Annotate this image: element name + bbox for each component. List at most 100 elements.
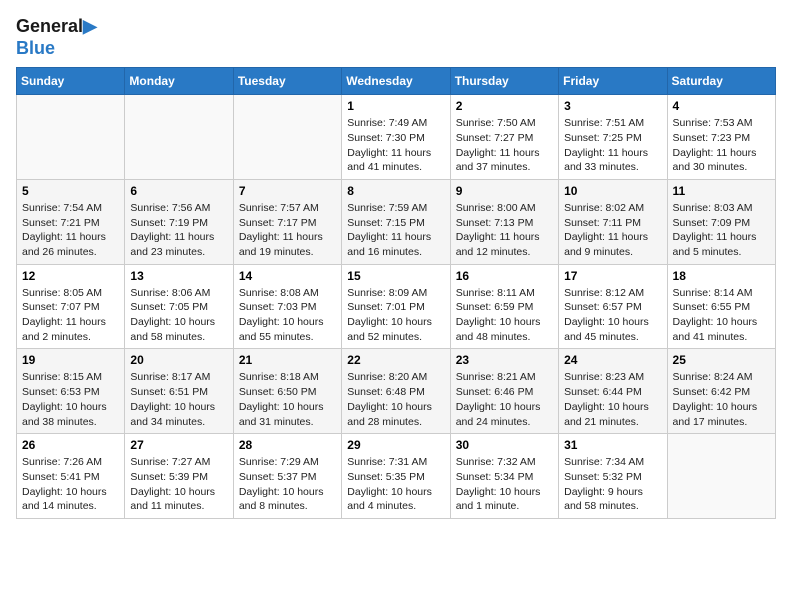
calendar-cell: [667, 434, 775, 519]
day-number: 29: [347, 438, 444, 452]
calendar-cell: 25Sunrise: 8:24 AMSunset: 6:42 PMDayligh…: [667, 349, 775, 434]
calendar-header-row: SundayMondayTuesdayWednesdayThursdayFrid…: [17, 68, 776, 95]
day-number: 19: [22, 353, 119, 367]
calendar-cell: 27Sunrise: 7:27 AMSunset: 5:39 PMDayligh…: [125, 434, 233, 519]
day-number: 15: [347, 269, 444, 283]
calendar-cell: 3 Sunrise: 7:51 AMSunset: 7:25 PMDaylight…: [559, 95, 667, 180]
day-number: 12: [22, 269, 119, 283]
day-info: Sunrise: 8:15 AMSunset: 6:53 PMDaylight:…: [22, 370, 119, 429]
day-header-sunday: Sunday: [17, 68, 125, 95]
calendar-cell: 20Sunrise: 8:17 AMSunset: 6:51 PMDayligh…: [125, 349, 233, 434]
calendar-week-2: 5 Sunrise: 7:54 AMSunset: 7:21 PMDaylight…: [17, 179, 776, 264]
day-number: 8: [347, 184, 444, 198]
day-info: Sunrise: 7:59 AMSunset: 7:15 PMDaylight:…: [347, 201, 444, 260]
day-info: Sunrise: 7:57 AMSunset: 7:17 PMDaylight:…: [239, 201, 336, 260]
day-info: Sunrise: 8:08 AMSunset: 7:03 PMDaylight:…: [239, 286, 336, 345]
page-header: General▶ Blue: [16, 16, 776, 59]
day-info: Sunrise: 7:49 AMSunset: 7:30 PMDaylight:…: [347, 116, 444, 175]
calendar-cell: 12 Sunrise: 8:05 AMSunset: 7:07 PMDayligh…: [17, 264, 125, 349]
calendar-cell: [233, 95, 341, 180]
calendar-cell: 24 Sunrise: 8:23 AMSunset: 6:44 PMDayligh…: [559, 349, 667, 434]
logo-line2: Blue: [16, 38, 55, 60]
day-info: Sunrise: 8:14 AMSunset: 6:55 PMDaylight:…: [673, 286, 770, 345]
calendar-cell: 1 Sunrise: 7:49 AMSunset: 7:30 PMDaylight…: [342, 95, 450, 180]
day-number: 9: [456, 184, 553, 198]
day-number: 1: [347, 99, 444, 113]
day-number: 4: [673, 99, 770, 113]
calendar-cell: 11 Sunrise: 8:03 AMSunset: 7:09 PMDayligh…: [667, 179, 775, 264]
day-header-monday: Monday: [125, 68, 233, 95]
day-number: 18: [673, 269, 770, 283]
day-number: 6: [130, 184, 227, 198]
day-header-wednesday: Wednesday: [342, 68, 450, 95]
day-number: 2: [456, 99, 553, 113]
day-header-thursday: Thursday: [450, 68, 558, 95]
day-header-saturday: Saturday: [667, 68, 775, 95]
calendar-cell: 4 Sunrise: 7:53 AMSunset: 7:23 PMDaylight…: [667, 95, 775, 180]
day-number: 23: [456, 353, 553, 367]
day-info: Sunrise: 7:50 AMSunset: 7:27 PMDaylight:…: [456, 116, 553, 175]
day-info: Sunrise: 8:06 AMSunset: 7:05 PMDaylight:…: [130, 286, 227, 345]
day-number: 7: [239, 184, 336, 198]
day-number: 27: [130, 438, 227, 452]
calendar-cell: 31Sunrise: 7:34 AMSunset: 5:32 PMDayligh…: [559, 434, 667, 519]
day-number: 21: [239, 353, 336, 367]
day-info: Sunrise: 7:29 AMSunset: 5:37 PMDaylight:…: [239, 455, 336, 514]
calendar-cell: 19 Sunrise: 8:15 AMSunset: 6:53 PMDayligh…: [17, 349, 125, 434]
day-number: 3: [564, 99, 661, 113]
calendar-cell: 6Sunrise: 7:56 AMSunset: 7:19 PMDaylight…: [125, 179, 233, 264]
calendar-week-4: 19 Sunrise: 8:15 AMSunset: 6:53 PMDayligh…: [17, 349, 776, 434]
day-number: 17: [564, 269, 661, 283]
day-info: Sunrise: 8:05 AMSunset: 7:07 PMDaylight:…: [22, 286, 119, 345]
calendar-cell: [17, 95, 125, 180]
calendar-cell: 14 Sunrise: 8:08 AMSunset: 7:03 PMDayligh…: [233, 264, 341, 349]
day-info: Sunrise: 7:53 AMSunset: 7:23 PMDaylight:…: [673, 116, 770, 175]
day-number: 11: [673, 184, 770, 198]
calendar-cell: 21 Sunrise: 8:18 AMSunset: 6:50 PMDayligh…: [233, 349, 341, 434]
day-info: Sunrise: 7:26 AMSunset: 5:41 PMDaylight:…: [22, 455, 119, 514]
day-info: Sunrise: 8:12 AMSunset: 6:57 PMDaylight:…: [564, 286, 661, 345]
calendar-cell: [125, 95, 233, 180]
calendar-cell: 5 Sunrise: 7:54 AMSunset: 7:21 PMDaylight…: [17, 179, 125, 264]
logo-text-block: General▶ Blue: [16, 16, 97, 59]
day-info: Sunrise: 8:21 AMSunset: 6:46 PMDaylight:…: [456, 370, 553, 429]
day-info: Sunrise: 8:00 AMSunset: 7:13 PMDaylight:…: [456, 201, 553, 260]
day-number: 31: [564, 438, 661, 452]
calendar-week-5: 26 Sunrise: 7:26 AMSunset: 5:41 PMDayligh…: [17, 434, 776, 519]
day-number: 24: [564, 353, 661, 367]
day-info: Sunrise: 7:32 AMSunset: 5:34 PMDaylight:…: [456, 455, 553, 514]
calendar-cell: 13Sunrise: 8:06 AMSunset: 7:05 PMDayligh…: [125, 264, 233, 349]
calendar-cell: 9 Sunrise: 8:00 AMSunset: 7:13 PMDaylight…: [450, 179, 558, 264]
calendar-week-3: 12 Sunrise: 8:05 AMSunset: 7:07 PMDayligh…: [17, 264, 776, 349]
day-info: Sunrise: 8:09 AMSunset: 7:01 PMDaylight:…: [347, 286, 444, 345]
calendar-week-1: 1 Sunrise: 7:49 AMSunset: 7:30 PMDaylight…: [17, 95, 776, 180]
day-number: 14: [239, 269, 336, 283]
day-info: Sunrise: 7:31 AMSunset: 5:35 PMDaylight:…: [347, 455, 444, 514]
day-header-tuesday: Tuesday: [233, 68, 341, 95]
day-info: Sunrise: 8:18 AMSunset: 6:50 PMDaylight:…: [239, 370, 336, 429]
calendar-cell: 26 Sunrise: 7:26 AMSunset: 5:41 PMDayligh…: [17, 434, 125, 519]
calendar-cell: 2 Sunrise: 7:50 AMSunset: 7:27 PMDaylight…: [450, 95, 558, 180]
calendar-cell: 22Sunrise: 8:20 AMSunset: 6:48 PMDayligh…: [342, 349, 450, 434]
calendar-cell: 17 Sunrise: 8:12 AMSunset: 6:57 PMDayligh…: [559, 264, 667, 349]
day-number: 30: [456, 438, 553, 452]
day-info: Sunrise: 8:20 AMSunset: 6:48 PMDaylight:…: [347, 370, 444, 429]
day-number: 28: [239, 438, 336, 452]
day-number: 26: [22, 438, 119, 452]
day-number: 5: [22, 184, 119, 198]
calendar-cell: 10Sunrise: 8:02 AMSunset: 7:11 PMDayligh…: [559, 179, 667, 264]
calendar-cell: 8 Sunrise: 7:59 AMSunset: 7:15 PMDaylight…: [342, 179, 450, 264]
calendar-cell: 29 Sunrise: 7:31 AMSunset: 5:35 PMDayligh…: [342, 434, 450, 519]
day-number: 25: [673, 353, 770, 367]
logo: General▶ Blue: [16, 16, 97, 59]
calendar-cell: 16Sunrise: 8:11 AMSunset: 6:59 PMDayligh…: [450, 264, 558, 349]
day-info: Sunrise: 7:54 AMSunset: 7:21 PMDaylight:…: [22, 201, 119, 260]
day-info: Sunrise: 7:51 AMSunset: 7:25 PMDaylight:…: [564, 116, 661, 175]
calendar-cell: 28 Sunrise: 7:29 AMSunset: 5:37 PMDayligh…: [233, 434, 341, 519]
calendar-cell: 15 Sunrise: 8:09 AMSunset: 7:01 PMDayligh…: [342, 264, 450, 349]
day-header-friday: Friday: [559, 68, 667, 95]
day-info: Sunrise: 8:03 AMSunset: 7:09 PMDaylight:…: [673, 201, 770, 260]
day-number: 10: [564, 184, 661, 198]
day-info: Sunrise: 8:23 AMSunset: 6:44 PMDaylight:…: [564, 370, 661, 429]
calendar-cell: 30 Sunrise: 7:32 AMSunset: 5:34 PMDayligh…: [450, 434, 558, 519]
